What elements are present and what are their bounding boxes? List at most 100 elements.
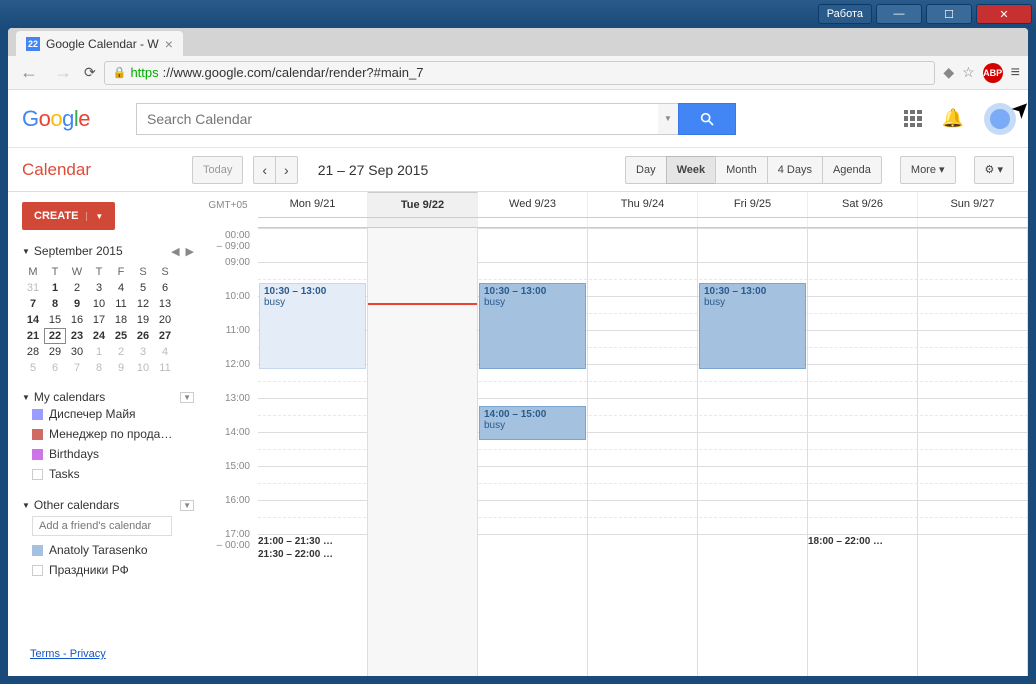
mini-cal-day[interactable]: 7 [22, 296, 44, 312]
mini-cal-day[interactable]: 13 [154, 296, 176, 312]
mini-cal-day[interactable]: 12 [132, 296, 154, 312]
calendar-item[interactable]: Birthdays [22, 444, 194, 464]
mini-cal-day[interactable]: 23 [66, 328, 88, 344]
mini-cal-day[interactable]: 3 [132, 344, 154, 360]
window-close-button[interactable]: ✕ [976, 4, 1032, 24]
address-bar[interactable]: 🔒 https://www.google.com/calendar/render… [104, 61, 936, 85]
mini-cal-day[interactable]: 8 [44, 296, 66, 312]
mini-cal-day[interactable]: 1 [88, 344, 110, 360]
mini-cal-day[interactable]: 8 [88, 360, 110, 376]
page-icon[interactable]: ◆ [943, 64, 954, 81]
calendar-color-box[interactable] [32, 429, 43, 440]
day-header[interactable]: Thu 9/24 [588, 192, 698, 217]
mini-cal-day[interactable]: 6 [154, 280, 176, 296]
calendar-item[interactable]: Праздники РФ [22, 560, 194, 580]
mini-cal-day[interactable]: 22 [44, 328, 66, 344]
mini-cal-day[interactable]: 2 [110, 344, 132, 360]
mini-cal-day[interactable]: 4 [154, 344, 176, 360]
mini-cal-day[interactable]: 3 [88, 280, 110, 296]
mini-cal-day[interactable]: 4 [110, 280, 132, 296]
calendar-event[interactable]: 10:30 – 13:00busy [479, 283, 586, 369]
search-button[interactable] [678, 103, 736, 135]
notifications-icon[interactable]: 🔔 [942, 108, 964, 129]
mini-cal-day[interactable]: 11 [110, 296, 132, 312]
privacy-link[interactable]: Privacy [70, 648, 106, 660]
view-week[interactable]: Week [666, 156, 716, 184]
mini-cal-day[interactable]: 9 [110, 360, 132, 376]
mini-cal-day[interactable]: 17 [88, 312, 110, 328]
mini-cal-day[interactable]: 21 [22, 328, 44, 344]
day-column[interactable]: 18:00 – 22:00 … [808, 228, 918, 676]
calendar-event[interactable]: 10:30 – 13:00busy [699, 283, 806, 369]
calendar-color-box[interactable] [32, 565, 43, 576]
settings-gear-button[interactable]: ⚙ ▾ [974, 156, 1014, 184]
mini-cal-day[interactable]: 15 [44, 312, 66, 328]
day-column[interactable]: 10:30 – 13:00busy [698, 228, 808, 676]
day-column[interactable] [368, 228, 478, 676]
day-header[interactable]: Sun 9/27 [918, 192, 1028, 217]
mini-cal-day[interactable]: 26 [132, 328, 154, 344]
calendar-item[interactable]: Anatoly Tarasenko [22, 540, 194, 560]
calendar-color-box[interactable] [32, 449, 43, 460]
day-header[interactable]: Sat 9/26 [808, 192, 918, 217]
mini-cal-day[interactable]: 18 [110, 312, 132, 328]
more-button[interactable]: More ▾ [900, 156, 956, 184]
view-agenda[interactable]: Agenda [822, 156, 882, 184]
mini-cal-day[interactable]: 25 [110, 328, 132, 344]
tab-close-icon[interactable]: × [165, 36, 173, 52]
google-logo[interactable]: Google [22, 106, 90, 132]
mini-cal-day[interactable]: 31 [22, 280, 44, 296]
my-calendars-header[interactable]: ▼ My calendars ▼ [22, 390, 194, 404]
other-calendars-menu-icon[interactable]: ▼ [180, 500, 194, 511]
forward-button[interactable]: → [50, 62, 76, 83]
mini-cal-day[interactable]: 2 [66, 280, 88, 296]
create-button[interactable]: CREATE ▼ [22, 202, 115, 230]
mini-cal-day[interactable]: 1 [44, 280, 66, 296]
search-input[interactable] [136, 103, 658, 135]
mini-cal-day[interactable]: 7 [66, 360, 88, 376]
mini-cal-day[interactable]: 9 [66, 296, 88, 312]
calendar-item[interactable]: Диспечер Майя [22, 404, 194, 424]
back-button[interactable]: ← [16, 62, 42, 83]
browser-tab[interactable]: 22 Google Calendar - W × [16, 31, 183, 56]
condensed-event[interactable]: 18:00 – 22:00 … [808, 536, 883, 547]
account-avatar[interactable] [984, 103, 1016, 135]
mini-cal-grid[interactable]: MTWTFSS311234567891011121314151617181920… [22, 264, 194, 376]
window-maximize-button[interactable]: ☐ [926, 4, 972, 24]
add-friend-input[interactable] [32, 516, 172, 536]
mini-cal-day[interactable]: 28 [22, 344, 44, 360]
other-calendars-header[interactable]: ▼ Other calendars ▼ [22, 498, 194, 512]
mini-cal-day[interactable]: 20 [154, 312, 176, 328]
calendar-item[interactable]: Менеджер по прода… [22, 424, 194, 444]
mini-cal-day[interactable]: 29 [44, 344, 66, 360]
window-tab-label[interactable]: Работа [818, 4, 872, 24]
calendar-item[interactable]: Tasks [22, 464, 194, 484]
day-header[interactable]: Tue 9/22 [368, 192, 478, 217]
mini-cal-day[interactable]: 5 [132, 280, 154, 296]
mini-cal-day[interactable]: 6 [44, 360, 66, 376]
mini-cal-day[interactable]: 10 [88, 296, 110, 312]
mini-cal-day[interactable]: 24 [88, 328, 110, 344]
day-column[interactable]: 10:30 – 13:00busy 14:00 – 15:00busy [478, 228, 588, 676]
calendar-event[interactable]: 14:00 – 15:00busy [479, 406, 586, 440]
mini-prev-icon[interactable]: ◀ [171, 245, 179, 258]
view-day[interactable]: Day [625, 156, 666, 184]
condensed-event[interactable]: 21:00 – 21:30 … [258, 536, 333, 547]
mini-cal-day[interactable]: 16 [66, 312, 88, 328]
day-column[interactable]: 10:30 – 13:00busy 21:00 – 21:30 … 21:30 – … [258, 228, 368, 676]
prev-week-button[interactable]: ‹ [253, 156, 275, 184]
mini-cal-day[interactable]: 10 [132, 360, 154, 376]
mini-next-icon[interactable]: ▶ [186, 245, 194, 258]
calendar-color-box[interactable] [32, 545, 43, 556]
mini-cal-day[interactable]: 14 [22, 312, 44, 328]
calendar-event[interactable]: 10:30 – 13:00busy [259, 283, 366, 369]
day-header[interactable]: Fri 9/25 [698, 192, 808, 217]
today-button[interactable]: Today [192, 156, 243, 184]
mini-cal-day[interactable]: 30 [66, 344, 88, 360]
mini-cal-day[interactable]: 11 [154, 360, 176, 376]
apps-grid-icon[interactable] [904, 110, 922, 128]
day-header[interactable]: Wed 9/23 [478, 192, 588, 217]
search-dropdown[interactable]: ▼ [658, 103, 678, 135]
bookmark-star-icon[interactable]: ☆ [962, 64, 975, 81]
condensed-event[interactable]: 21:30 – 22:00 … [258, 549, 333, 560]
